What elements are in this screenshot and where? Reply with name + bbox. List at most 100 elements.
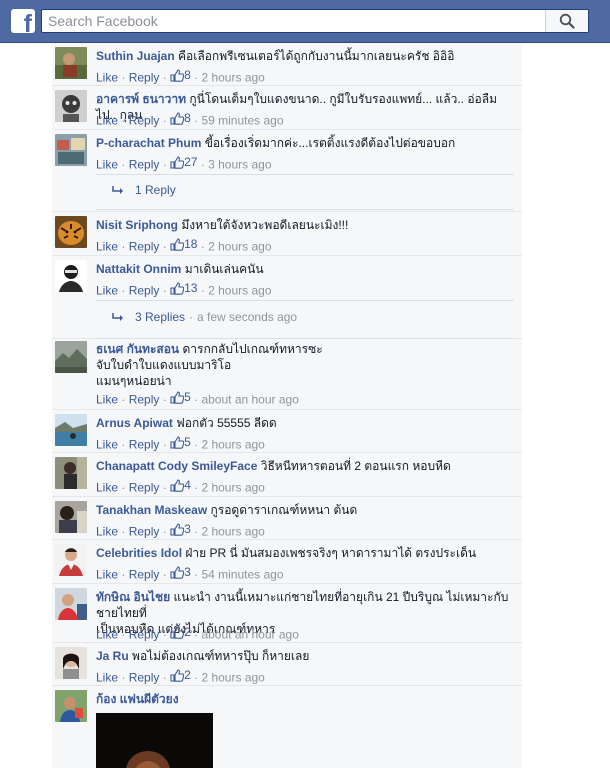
reply-link[interactable]: Reply xyxy=(129,568,160,582)
comment-author[interactable]: Nattakit Onnim xyxy=(96,262,181,276)
comment-body: Tanakhan Maskeaw กูรอดูดาราเกณฑ์หหนา ต้น… xyxy=(96,502,512,518)
like-link[interactable]: Like xyxy=(96,438,118,452)
comment-author[interactable]: Nisit Sriphong xyxy=(96,218,178,232)
comment-author[interactable]: ทักษิณ อินไชย xyxy=(96,590,170,604)
like-count[interactable]: 3 xyxy=(170,565,191,579)
like-link[interactable]: Like xyxy=(96,284,118,298)
comment-time[interactable]: 59 minutes ago xyxy=(201,114,283,128)
avatar[interactable] xyxy=(55,260,87,292)
like-link[interactable]: Like xyxy=(96,158,118,172)
comment-actions: Like · Reply · 4 · 2 hours ago xyxy=(96,478,265,495)
comment-photo[interactable] xyxy=(96,713,213,768)
like-link[interactable]: Like xyxy=(96,71,118,85)
comment-actions: Like · Reply · 3 · 54 minutes ago xyxy=(96,565,284,582)
like-link[interactable]: Like xyxy=(96,525,118,539)
like-count-value: 2 xyxy=(184,668,191,682)
comment-author[interactable]: Celebrities Idol xyxy=(96,546,182,560)
comment-body: ก้อง แฟนผีตัวยง xyxy=(96,691,512,707)
like-count-value: 2 xyxy=(184,625,191,639)
reply-link[interactable]: Reply xyxy=(129,671,160,685)
reply-link[interactable]: Reply xyxy=(129,393,160,407)
comment-author[interactable]: Ja Ru xyxy=(96,649,129,663)
comment-time[interactable]: 54 minutes ago xyxy=(201,568,283,582)
avatar[interactable] xyxy=(55,341,87,373)
avatar[interactable] xyxy=(55,90,87,122)
like-link[interactable]: Like xyxy=(96,671,118,685)
comment-author[interactable]: Tanakhan Maskeaw xyxy=(96,503,207,517)
avatar[interactable] xyxy=(55,134,87,166)
like-count[interactable]: 18 xyxy=(170,237,197,251)
avatar[interactable] xyxy=(55,690,87,722)
comment-actions: Like · Reply · 18 · 2 hours ago xyxy=(96,237,272,254)
comment-author[interactable]: Arnus Apiwat xyxy=(96,416,173,430)
comment-time[interactable]: 2 hours ago xyxy=(208,284,271,298)
thumbs-up-icon xyxy=(170,625,185,639)
like-link[interactable]: Like xyxy=(96,568,118,582)
comment-author[interactable]: Suthin Juajan xyxy=(96,49,175,63)
like-count[interactable]: 2 xyxy=(170,625,191,639)
comment-text: ฟอกตัว 55555 ลีดด xyxy=(176,416,277,430)
like-count[interactable]: 2 xyxy=(170,668,191,682)
like-count[interactable]: 8 xyxy=(170,68,191,82)
comment-author[interactable]: ธเนศ กันทะสอน xyxy=(96,342,179,356)
reply-link[interactable]: Reply xyxy=(129,628,160,642)
comment-author[interactable]: ก้อง แฟนผีตัวยง xyxy=(96,692,179,706)
like-link[interactable]: Like xyxy=(96,114,118,128)
comment-body: Ja Ru พอไม่ต้องเกณฑ์ทหารปุ๊บ ก็หายเลย xyxy=(96,648,512,664)
comment-time[interactable]: 2 hours ago xyxy=(201,71,264,85)
reply-link[interactable]: Reply xyxy=(129,438,160,452)
reply-link[interactable]: Reply xyxy=(129,481,160,495)
like-link[interactable]: Like xyxy=(96,481,118,495)
avatar[interactable] xyxy=(55,457,87,489)
reply-link[interactable]: Reply xyxy=(129,114,160,128)
reply-link[interactable]: Reply xyxy=(129,525,160,539)
comment-time[interactable]: about an hour ago xyxy=(201,393,298,407)
avatar[interactable] xyxy=(55,544,87,576)
comment-text: วิธีหนีทหารตอนที่ 2 ตอนแรก หอบหืด xyxy=(260,459,451,473)
avatar[interactable] xyxy=(55,47,87,79)
comment-item: Arnus Apiwat ฟอกตัว 55555 ลีดด Like · Re… xyxy=(52,410,522,453)
like-count[interactable]: 8 xyxy=(170,111,191,125)
view-replies-link[interactable]: 3 Replies · a few seconds ago xyxy=(112,310,297,324)
comment-time[interactable]: about an hour ago xyxy=(201,628,298,642)
like-count[interactable]: 27 xyxy=(170,155,197,169)
reply-link[interactable]: Reply xyxy=(129,71,160,85)
comment-body: Celebrities Idol ฝ่าย PR นี่ มันสมองเพชร… xyxy=(96,545,512,561)
avatar[interactable] xyxy=(55,588,87,620)
avatar[interactable] xyxy=(55,216,87,248)
comment-item: ทักษิณ อินไชย แนะนำ งานนี้เหมาะแก่ชายไทย… xyxy=(52,584,522,643)
comment-time[interactable]: 2 hours ago xyxy=(201,671,264,685)
replies-row: 3 Replies · a few seconds ago xyxy=(96,300,514,339)
comment-time[interactable]: 2 hours ago xyxy=(201,525,264,539)
avatar[interactable] xyxy=(55,501,87,533)
comment-actions: Like · Reply · 13 · 2 hours ago xyxy=(96,281,272,298)
reply-link[interactable]: Reply xyxy=(129,284,160,298)
search-button[interactable] xyxy=(545,10,588,32)
comments-feed: Suthin Juajan คือเลือกพรีเซนเตอร์ได้ถูกก… xyxy=(52,43,522,768)
reply-link[interactable]: Reply xyxy=(129,158,160,172)
thumbs-up-icon xyxy=(170,281,185,295)
comment-time[interactable]: 3 hours ago xyxy=(208,158,271,172)
like-count[interactable]: 5 xyxy=(170,435,191,449)
like-count[interactable]: 4 xyxy=(170,478,191,492)
comment-author[interactable]: Chanapatt Cody SmileyFace xyxy=(96,459,257,473)
like-link[interactable]: Like xyxy=(96,240,118,254)
like-count[interactable]: 3 xyxy=(170,522,191,536)
thumbs-up-icon xyxy=(170,111,185,125)
like-count[interactable]: 13 xyxy=(170,281,197,295)
view-replies-link[interactable]: 1 Reply xyxy=(112,183,176,197)
search-input[interactable] xyxy=(42,10,547,32)
comment-time[interactable]: 2 hours ago xyxy=(201,438,264,452)
comment-time[interactable]: 2 hours ago xyxy=(201,481,264,495)
facebook-logo-icon[interactable]: f xyxy=(11,9,35,33)
comment-time[interactable]: 2 hours ago xyxy=(208,240,271,254)
avatar[interactable] xyxy=(55,414,87,446)
reply-link[interactable]: Reply xyxy=(129,240,160,254)
avatar[interactable] xyxy=(55,647,87,679)
comment-author[interactable]: อาคารพ์ ธนาวาท xyxy=(96,92,186,106)
comment-author[interactable]: P-charachat Phum xyxy=(96,136,201,150)
like-link[interactable]: Like xyxy=(96,393,118,407)
thumbs-up-icon xyxy=(170,435,185,449)
like-link[interactable]: Like xyxy=(96,628,118,642)
like-count[interactable]: 5 xyxy=(170,390,191,404)
